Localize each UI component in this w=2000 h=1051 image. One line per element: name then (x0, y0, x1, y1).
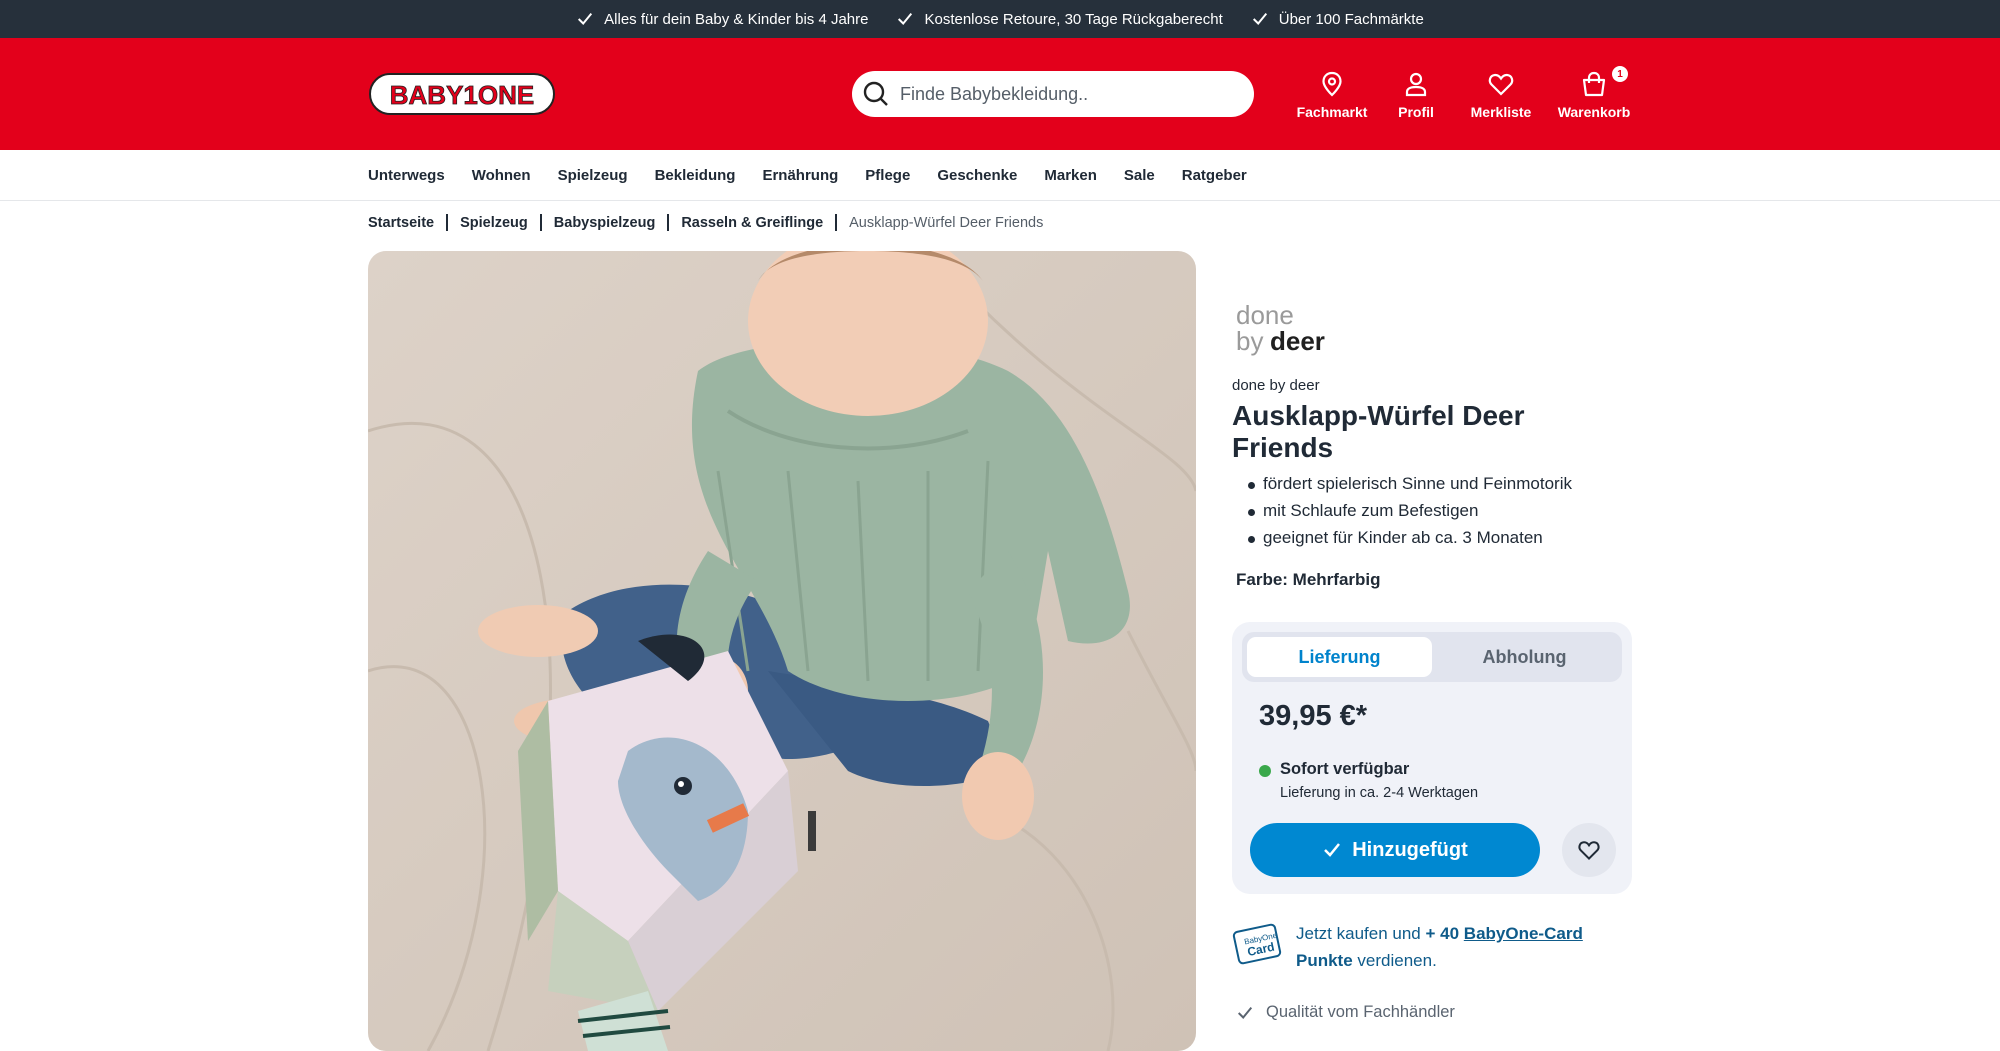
usp-text: Kostenlose Retoure, 30 Tage Rückgaberech… (924, 10, 1223, 28)
babyone-logo[interactable]: BABY1ONE (368, 68, 556, 118)
fulfillment-tabs: Lieferung Abholung (1242, 632, 1622, 682)
store-label: Fachmarkt (1296, 104, 1368, 120)
usp-text: Alles für dein Baby & Kinder bis 4 Jahre (604, 10, 869, 28)
promo-points: + 40 (1425, 924, 1460, 943)
add-to-wishlist-button[interactable] (1562, 823, 1616, 877)
search-icon (863, 81, 888, 106)
nav-item-ratgeber[interactable]: Ratgeber (1182, 167, 1247, 184)
breadcrumb-separator (446, 214, 449, 231)
nav-item-ernaehrung[interactable]: Ernährung (762, 167, 838, 184)
check-icon (1324, 843, 1341, 857)
tab-abholung[interactable]: Abholung (1432, 637, 1617, 677)
divider (0, 200, 2000, 201)
cart-label: Warenkorb (1557, 104, 1631, 120)
delivery-time: Lieferung in ca. 2-4 Werktagen (1280, 785, 1479, 801)
search-input[interactable] (900, 83, 1230, 105)
location-pin-icon (1322, 71, 1342, 97)
site-header: BABY1ONE Fachmarkt Profil Merkliste Ware… (0, 38, 2000, 150)
color-label: Farbe: Mehrfarbig (1236, 570, 1381, 589)
feature-list: fördert spielerisch Sinne und Feinmotori… (1248, 474, 1572, 555)
product-title: Ausklapp-Würfel Deer Friends (1232, 400, 1525, 463)
nav-item-spielzeug[interactable]: Spielzeug (558, 167, 628, 184)
product-image[interactable] (368, 251, 1196, 1051)
breadcrumb-item[interactable]: Startseite (368, 215, 434, 231)
user-icon (1405, 72, 1427, 97)
promo-text: Jetzt kaufen und + 40 BabyOne-Card Punkt… (1296, 920, 1596, 974)
check-icon (898, 12, 913, 25)
breadcrumb: Startseite Spielzeug Babyspielzeug Rasse… (368, 214, 1043, 231)
check-icon (1237, 1006, 1253, 1019)
cart-link[interactable]: Warenkorb 1 (1544, 66, 1644, 120)
store-finder-link[interactable]: Fachmarkt (1290, 70, 1374, 120)
promo-text-2: verdienen. (1357, 951, 1437, 970)
promo-points-label: Punkte (1296, 951, 1353, 970)
quality-usp: Qualität vom Fachhändler (1236, 1003, 1455, 1022)
nav-item-marken[interactable]: Marken (1044, 167, 1097, 184)
heart-icon (1578, 841, 1600, 861)
usp-bar: Alles für dein Baby & Kinder bis 4 Jahre… (0, 0, 2000, 38)
tab-lieferung[interactable]: Lieferung (1247, 637, 1432, 677)
babyone-card-link[interactable]: BabyOne-Card (1464, 924, 1583, 943)
wishlist-link[interactable]: Merkliste (1458, 70, 1544, 120)
breadcrumb-item[interactable]: Rasseln & Greiflinge (681, 215, 823, 231)
feature-item: fördert spielerisch Sinne und Feinmotori… (1248, 474, 1572, 501)
product-price: 39,95 €* (1259, 700, 1368, 732)
brand-logo-text-2: by (1236, 326, 1263, 356)
profile-link[interactable]: Profil (1374, 70, 1458, 120)
nav-item-bekleidung[interactable]: Bekleidung (655, 167, 736, 184)
brand-logo[interactable]: done by deer (1230, 300, 1350, 360)
header-actions: Fachmarkt Profil Merkliste Warenkorb 1 (1290, 66, 1644, 120)
breadcrumb-separator (667, 214, 670, 231)
main-navigation: Unterwegs Wohnen Spielzeug Bekleidung Er… (368, 150, 1247, 200)
usp-item: Alles für dein Baby & Kinder bis 4 Jahre (576, 10, 868, 28)
buy-box: Lieferung Abholung 39,95 €* Sofort verfü… (1232, 622, 1632, 894)
promo-text-1: Jetzt kaufen und (1296, 924, 1421, 943)
breadcrumb-current: Ausklapp-Würfel Deer Friends (849, 214, 1044, 231)
breadcrumb-item[interactable]: Babyspielzeug (554, 215, 656, 231)
search-bar[interactable] (852, 71, 1254, 117)
add-to-cart-label: Hinzugefügt (1352, 838, 1468, 861)
brand-name[interactable]: done by deer (1232, 377, 1320, 394)
nav-item-geschenke[interactable]: Geschenke (937, 167, 1017, 184)
usp-item: Kostenlose Retoure, 30 Tage Rückgaberech… (896, 10, 1223, 28)
nav-item-unterwegs[interactable]: Unterwegs (368, 167, 445, 184)
feature-item: geeignet für Kinder ab ca. 3 Monaten (1248, 528, 1572, 555)
breadcrumb-separator (539, 214, 542, 231)
nav-item-wohnen[interactable]: Wohnen (472, 167, 531, 184)
brand-logo-text-3: deer (1270, 326, 1325, 356)
usp-text: Über 100 Fachmärkte (1278, 10, 1424, 28)
breadcrumb-separator (835, 214, 838, 231)
add-to-cart-button[interactable]: Hinzugefügt (1250, 823, 1540, 877)
babyone-card-icon: BabyOne Card (1232, 923, 1282, 965)
product-photo-illustration (368, 251, 1196, 1051)
availability-dot (1259, 765, 1271, 777)
wishlist-label: Merkliste (1470, 104, 1532, 120)
nav-item-pflege[interactable]: Pflege (865, 167, 910, 184)
cart-count-badge: 1 (1612, 66, 1628, 82)
nav-item-sale[interactable]: Sale (1124, 167, 1155, 184)
usp-item: Über 100 Fachmärkte (1251, 10, 1424, 28)
quality-text: Qualität vom Fachhändler (1266, 1003, 1455, 1021)
check-icon (578, 12, 593, 25)
feature-item: mit Schlaufe zum Befestigen (1248, 501, 1572, 528)
availability-status: Sofort verfügbar (1280, 760, 1410, 778)
breadcrumb-item[interactable]: Spielzeug (460, 215, 528, 231)
loyalty-promo: BabyOne Card Jetzt kaufen und + 40 BabyO… (1232, 920, 1596, 974)
shopping-bag-icon (1582, 71, 1606, 97)
profile-label: Profil (1398, 104, 1434, 120)
heart-icon (1488, 73, 1514, 96)
logo-text: BABY1ONE (390, 80, 534, 110)
check-icon (1252, 12, 1267, 25)
